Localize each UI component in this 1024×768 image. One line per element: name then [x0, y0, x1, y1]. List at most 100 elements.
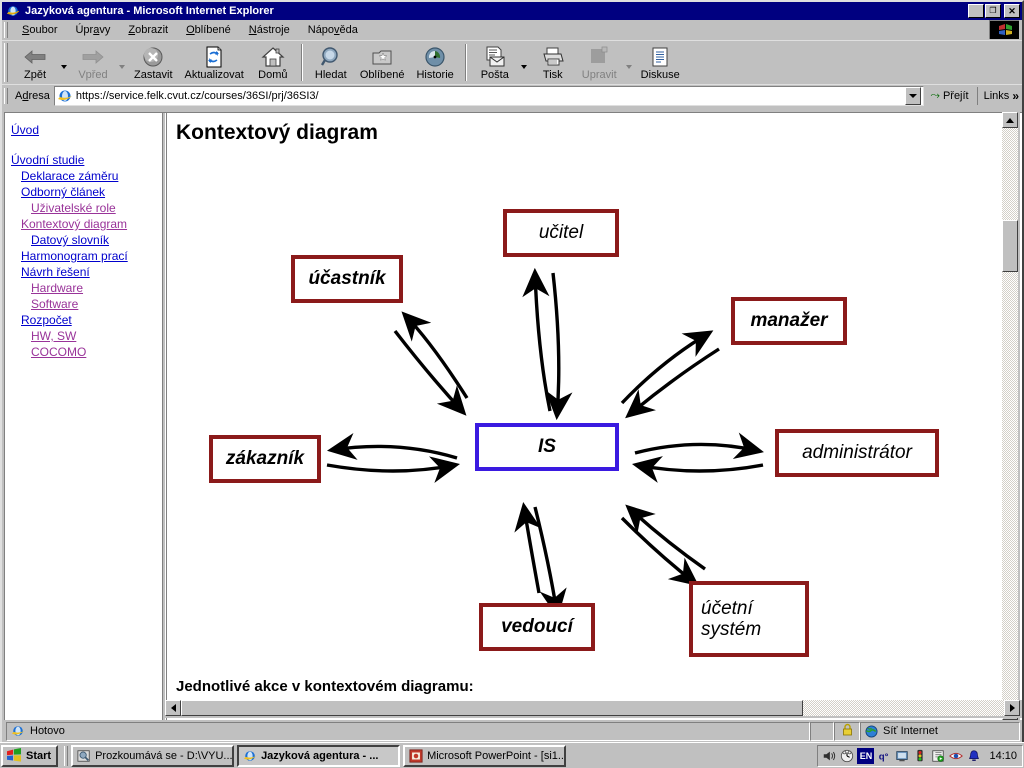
sidebar-link-cocomo[interactable]: COCOMO	[11, 344, 166, 360]
toolbar-history-button[interactable]: Historie	[410, 41, 459, 84]
links-button-label: Links	[983, 89, 1010, 102]
language-EN-icon[interactable]: EN	[857, 747, 875, 764]
menu-upravy[interactable]: Úpravy	[66, 22, 119, 38]
favorites-star-icon	[371, 46, 393, 68]
scheduler-icon[interactable]	[839, 748, 855, 764]
explorer-icon	[77, 749, 91, 763]
status-message-panel: Hotovo	[6, 721, 810, 741]
horizontal-scroll-thumb[interactable]	[181, 700, 803, 716]
display-icon[interactable]	[894, 748, 910, 764]
sidebar-link-n-vrh-e-en[interactable]: Návrh řešení	[11, 264, 166, 280]
toolbar-back-label: Zpět	[23, 68, 46, 81]
vertical-scrollbar[interactable]	[1002, 112, 1020, 720]
maximize-button[interactable]: ❐	[985, 4, 1001, 18]
bell-icon[interactable]	[966, 748, 982, 764]
task-button-powerpoint-label: Microsoft PowerPoint - [si1...	[427, 749, 567, 762]
menu-napoveda[interactable]: Nápověda	[299, 22, 367, 38]
sidebar-nav-list: Úvod Úvodní studie Deklarace záměru Odborný…	[11, 122, 166, 360]
edit-dropdown-arrow[interactable]	[623, 41, 635, 84]
entity-ucetni-system-label: účetní systém	[701, 597, 762, 640]
edit-icon	[588, 46, 610, 68]
document-body: Kontextový diagram IS učitel účastník ma…	[167, 113, 1003, 703]
start-button[interactable]: Start	[1, 744, 59, 767]
scroll-left-button[interactable]	[165, 700, 181, 716]
eye-icon[interactable]	[948, 748, 964, 764]
sidebar-link-rozpo-et[interactable]: Rozpočet	[11, 312, 166, 328]
toolbar-search-button[interactable]: Hledat	[308, 41, 354, 84]
powerpoint-icon	[409, 748, 423, 763]
menu-soubor[interactable]: Soubor	[13, 22, 66, 38]
status-zone-panel: Síť Internet	[860, 721, 1020, 741]
close-button[interactable]: ✕	[1004, 4, 1020, 18]
history-clock-icon	[424, 46, 446, 68]
horizontal-scrollbar[interactable]	[165, 700, 1022, 718]
toolbar-forward-button[interactable]: Vpřed	[70, 41, 116, 84]
taskbar-divider	[64, 745, 69, 766]
toolbar-home-label: Domů	[258, 68, 288, 81]
entity-ucastnik-label: účastník	[308, 268, 386, 290]
toolbar-edit-button[interactable]: Upravit	[576, 41, 623, 84]
toolbar-refresh-button[interactable]: Aktualizovat	[179, 41, 250, 84]
toolbar-home-button[interactable]: Domů	[250, 41, 296, 84]
status-ie-icon	[11, 724, 25, 738]
sidebar-link-datov-slovn-k[interactable]: Datový slovník	[11, 232, 166, 248]
printer-icon	[541, 46, 565, 68]
menubar-grip[interactable]	[4, 21, 8, 38]
toolbar-mail-button[interactable]: Pošta	[472, 41, 518, 84]
status-text: Hotovo	[30, 725, 65, 737]
sidebar-link-deklarace-z-m-ru[interactable]: Deklarace záměru	[11, 168, 166, 184]
minimize-button[interactable]: _	[968, 4, 984, 18]
keyboard-icon[interactable]: q°	[876, 748, 892, 764]
toolbar-grip[interactable]	[4, 43, 8, 82]
address-text[interactable]: https://service.felk.cvut.cz/courses/36S…	[76, 90, 905, 102]
toolbar-print-button[interactable]: Tisk	[530, 41, 576, 84]
back-dropdown-arrow[interactable]	[58, 41, 70, 84]
toolbar-stop-button[interactable]: Zastavit	[128, 41, 179, 84]
sidebar-link-odborn-l-nek[interactable]: Odborný článek	[11, 184, 166, 200]
addressbar-grip[interactable]	[4, 87, 8, 104]
vertical-scroll-thumb[interactable]	[1002, 220, 1018, 272]
task-button-ie-label: Jazyková agentura - ...	[261, 749, 379, 762]
address-input[interactable]: https://service.felk.cvut.cz/courses/36S…	[53, 85, 925, 106]
menu-zobrazit[interactable]: Zobrazit	[119, 22, 177, 38]
links-button[interactable]: Links »	[976, 86, 1022, 105]
menu-oblibene[interactable]: Oblíbené	[177, 22, 240, 38]
status-bar: Hotovo Síť Internet	[4, 720, 1022, 742]
sidebar-link-kontextov-diagram[interactable]: Kontextový diagram	[11, 216, 166, 232]
taskbar-clock[interactable]: 14:10	[989, 750, 1019, 762]
sidebar-link-harmonogram-prac[interactable]: Harmonogram prací	[11, 248, 166, 264]
sidebar-link-hardware[interactable]: Hardware	[11, 280, 166, 296]
mail-dropdown-arrow[interactable]	[518, 41, 530, 84]
address-dropdown-button[interactable]	[905, 86, 922, 105]
toolbar-discuss-button[interactable]: Diskuse	[635, 41, 686, 84]
toolbar-mail-label: Pošta	[480, 68, 509, 81]
task-button-explorer[interactable]: Prozkoumává se - D:\VYU...	[71, 744, 235, 767]
sidebar-link-u-ivatelsk-role[interactable]: Uživatelské role	[11, 200, 166, 216]
sidebar-link-software[interactable]: Software	[11, 296, 166, 312]
toolbar-forward-label: Vpřed	[78, 68, 108, 81]
padlock-icon	[842, 723, 853, 739]
navigation-frame: Úvod Úvodní studie Deklarace záměru Odborný…	[5, 113, 166, 720]
sidebar-link-vod[interactable]: Úvod	[11, 122, 166, 138]
menu-nastroje[interactable]: Nástroje	[240, 22, 299, 38]
mail-icon	[483, 46, 507, 68]
taskbar: Start Prozkoumává se - D:\VYU... Jazykov…	[0, 742, 1024, 768]
sidebar-link-hw-sw[interactable]: HW, SW	[11, 328, 166, 344]
toolbar-favorites-button[interactable]: Oblíbené	[354, 41, 411, 84]
toolbar-back-button[interactable]: Zpět	[12, 41, 58, 84]
go-button[interactable]: ⤳ Přejít	[924, 88, 974, 103]
forward-arrow-icon	[80, 46, 106, 68]
forward-dropdown-arrow[interactable]	[116, 41, 128, 84]
sidebar-link-vodn-studie[interactable]: Úvodní studie	[11, 152, 166, 168]
vertical-scroll-track[interactable]	[1002, 128, 1018, 702]
task-button-ie[interactable]: Jazyková agentura - ...	[237, 744, 401, 767]
volume-icon[interactable]	[821, 748, 837, 764]
traffic-light-icon[interactable]	[912, 748, 928, 764]
scroll-up-button[interactable]	[1002, 112, 1018, 128]
toolbar-separator-2	[464, 44, 467, 81]
media-icon[interactable]	[930, 748, 946, 764]
task-button-powerpoint[interactable]: Microsoft PowerPoint - [si1...	[403, 744, 567, 767]
scroll-right-button[interactable]	[1004, 700, 1020, 716]
entity-administrator: administrátor	[775, 429, 939, 477]
